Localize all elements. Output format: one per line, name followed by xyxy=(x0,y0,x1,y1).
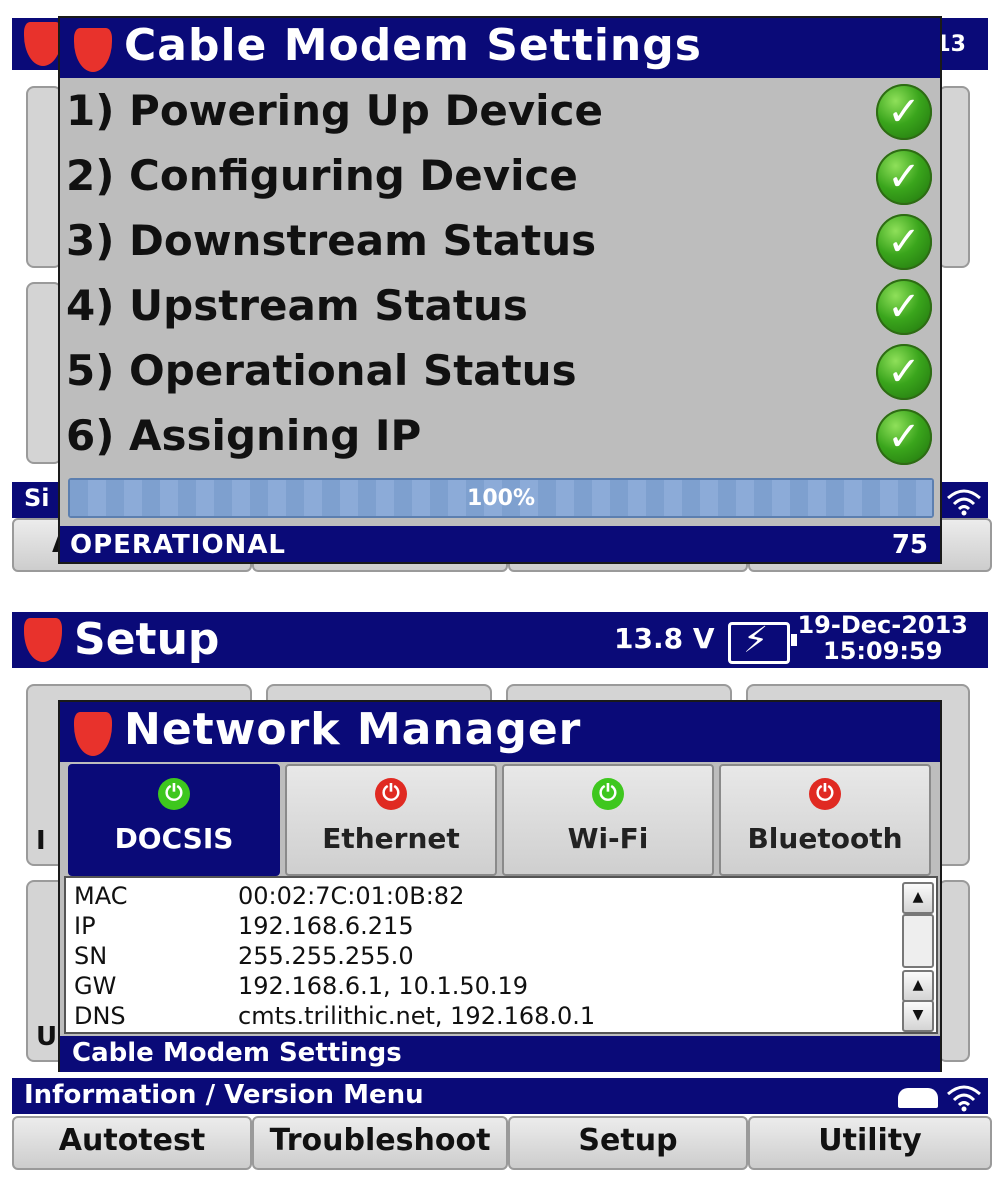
power-off-icon: ⏻ xyxy=(375,778,407,810)
battery-charging-icon: ⚡ xyxy=(728,620,797,664)
nav-setup-button[interactable]: Setup xyxy=(508,1116,748,1170)
wifi-icon xyxy=(947,1085,981,1112)
tab-label: Wi-Fi xyxy=(567,822,649,855)
step-label: 1) Powering Up Device xyxy=(66,86,603,135)
tab-bluetooth[interactable]: ⏻ Bluetooth xyxy=(719,764,931,876)
tab-docsis[interactable]: ⏻ DOCSIS xyxy=(68,764,280,876)
modem-status-text: OPERATIONAL xyxy=(70,530,287,560)
logo-shield-icon xyxy=(24,618,62,662)
progress-label: 100% xyxy=(467,486,535,511)
progress-bar: 100% xyxy=(68,478,934,518)
tab-ethernet[interactable]: ⏻ Ethernet xyxy=(285,764,497,876)
time-text: 15:09:59 xyxy=(823,637,943,665)
step-label: 5) Operational Status xyxy=(66,346,577,395)
dialog-title-bar: Network Manager xyxy=(60,702,940,762)
tab-label: Bluetooth xyxy=(747,822,903,855)
checkmark-icon: ✓ xyxy=(876,149,932,205)
dialog-title: Network Manager xyxy=(124,704,582,755)
step-label: 6) Assigning IP xyxy=(66,411,422,460)
checkmark-icon: ✓ xyxy=(876,279,932,335)
nav-troubleshoot-button[interactable]: Troubleshoot xyxy=(252,1116,508,1170)
info-value: 192.168.6.215 xyxy=(238,912,414,940)
dialog-status-bar: OPERATIONAL 75 xyxy=(60,526,940,562)
menu-strip-fragment: Si xyxy=(24,484,50,512)
dialog-status-bar[interactable]: Cable Modem Settings xyxy=(60,1036,940,1072)
checkmark-icon: ✓ xyxy=(876,344,932,400)
info-key: DNS xyxy=(74,1002,126,1030)
scroll-thumb[interactable] xyxy=(902,914,934,968)
step-label: 2) Configuring Device xyxy=(66,151,578,200)
step-label: 3) Downstream Status xyxy=(66,216,597,265)
network-manager-dialog: Network Manager ⏻ DOCSIS ⏻ Ethernet ⏻ Wi… xyxy=(58,700,942,1072)
checkmark-icon: ✓ xyxy=(876,84,932,140)
tab-label: Ethernet xyxy=(322,822,460,855)
menu-strip-title: Information / Version Menu xyxy=(24,1080,424,1110)
info-scrollbar[interactable]: ▲ ▲ ▼ xyxy=(902,882,934,1032)
datetime: 19-Dec-2013 15:09:59 xyxy=(797,612,968,664)
logo-shield-icon xyxy=(24,22,62,66)
info-key: GW xyxy=(74,972,117,1000)
info-value: 192.168.6.1, 10.1.50.19 xyxy=(238,972,529,1000)
wifi-icon xyxy=(947,489,981,516)
dialog-title: Cable Modem Settings xyxy=(124,20,702,71)
dialog-title-bar: Cable Modem Settings xyxy=(60,18,940,78)
screen2-menu-strip: Information / Version Menu xyxy=(12,1078,988,1114)
modem-status-value: 75 xyxy=(891,530,928,560)
background-tile xyxy=(26,282,62,464)
background-tile xyxy=(938,86,970,268)
screen2-header-bar: Setup 13.8 V ⚡ 19-Dec-2013 15:09:59 xyxy=(12,612,988,668)
nav-autotest-button[interactable]: Autotest xyxy=(12,1116,252,1170)
logo-shield-icon xyxy=(74,712,112,756)
power-on-icon: ⏻ xyxy=(592,778,624,810)
checkmark-icon: ✓ xyxy=(876,214,932,270)
power-on-icon: ⏻ xyxy=(158,778,190,810)
info-value: 00:02:7C:01:0B:82 xyxy=(238,882,465,910)
checkmark-icon: ✓ xyxy=(876,409,932,465)
scroll-up-icon[interactable]: ▲ xyxy=(902,882,934,914)
scroll-down-icon[interactable]: ▼ xyxy=(902,1000,934,1032)
info-key: SN xyxy=(74,942,108,970)
scroll-page-up-icon[interactable]: ▲ xyxy=(902,970,934,1002)
tab-label: DOCSIS xyxy=(114,822,234,855)
cable-modem-settings-link[interactable]: Cable Modem Settings xyxy=(72,1038,402,1068)
nav-utility-button[interactable]: Utility xyxy=(748,1116,992,1170)
network-info-list: MAC 00:02:7C:01:0B:82 IP 192.168.6.215 S… xyxy=(64,876,938,1034)
step-label: 4) Upstream Status xyxy=(66,281,528,330)
info-key: MAC xyxy=(74,882,128,910)
page-title: Setup xyxy=(74,614,220,665)
info-value: cmts.trilithic.net, 192.168.0.1 xyxy=(238,1002,596,1030)
info-key: IP xyxy=(74,912,96,940)
background-tile xyxy=(938,880,970,1062)
cable-modem-icon xyxy=(898,1088,938,1108)
background-tile xyxy=(26,86,62,268)
info-value: 255.255.255.0 xyxy=(238,942,414,970)
bottom-nav: Autotest Troubleshoot Setup Utility xyxy=(12,1116,992,1170)
battery-voltage: 13.8 V xyxy=(614,622,715,655)
date-text: 19-Dec-2013 xyxy=(797,611,968,639)
logo-shield-icon xyxy=(74,28,112,72)
power-off-icon: ⏻ xyxy=(809,778,841,810)
cable-modem-settings-dialog: Cable Modem Settings 1) Powering Up Devi… xyxy=(58,16,942,564)
tab-wifi[interactable]: ⏻ Wi-Fi xyxy=(502,764,714,876)
